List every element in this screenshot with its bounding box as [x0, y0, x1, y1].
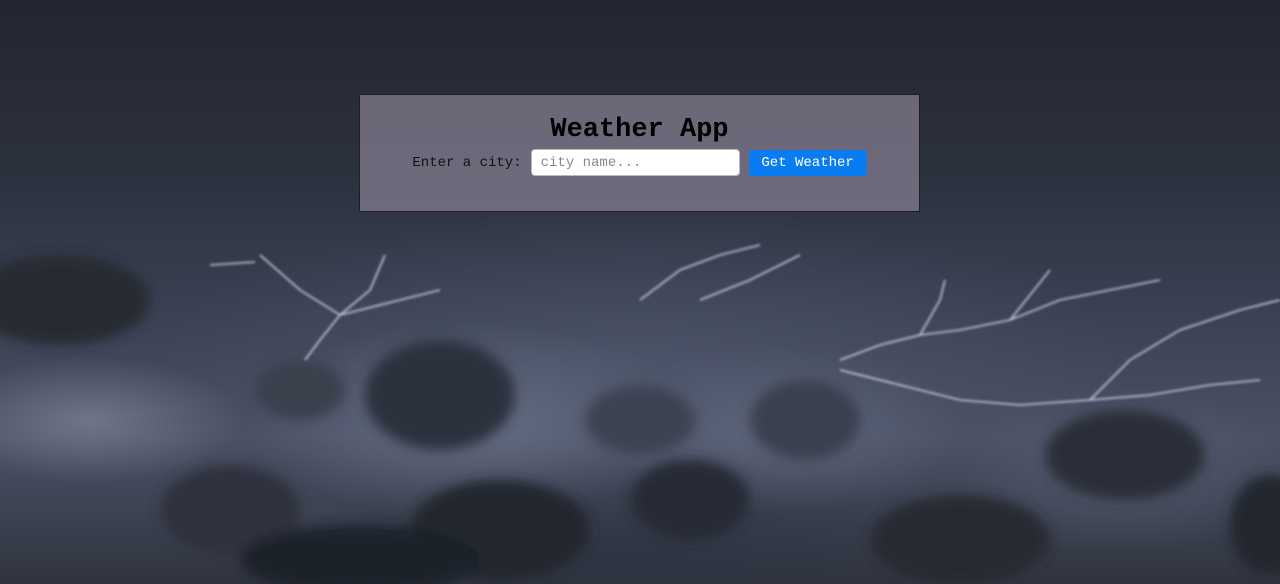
storm-background [0, 244, 1280, 584]
city-input[interactable] [530, 149, 740, 176]
city-label: Enter a city: [412, 154, 522, 171]
get-weather-button[interactable]: Get Weather [748, 149, 867, 176]
cloud-masses [0, 255, 1280, 584]
weather-panel: Weather App Enter a city: Get Weather [359, 94, 920, 212]
page-title: Weather App [550, 115, 729, 145]
city-search-form: Enter a city: Get Weather [360, 149, 919, 176]
